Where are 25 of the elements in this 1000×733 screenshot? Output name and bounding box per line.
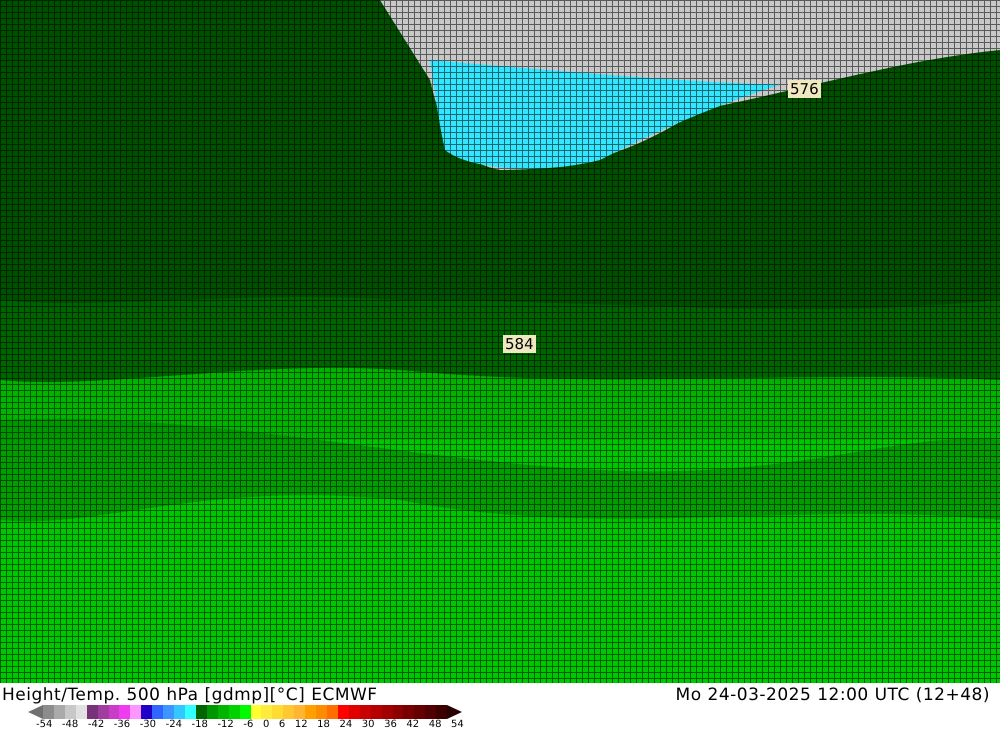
chart-title: Height/Temp. 500 hPa [gdmp][°C] ECMWF <box>2 685 378 705</box>
tick-label: -48 <box>62 719 78 731</box>
tick-label: 12 <box>294 719 308 731</box>
valid-time: Mo 24-03-2025 12:00 UTC (12+48) <box>676 685 990 705</box>
contour-label: 576 <box>788 80 821 98</box>
tick-label: -30 <box>140 719 156 731</box>
tick-label: -54 <box>36 719 52 731</box>
tick-label: 54 <box>451 719 464 731</box>
arrow-left-icon <box>28 705 43 719</box>
tick-label: 36 <box>384 719 397 731</box>
tick-label: 18 <box>317 719 330 731</box>
tick-label: 0 <box>262 719 270 731</box>
tick-label: -42 <box>88 719 104 731</box>
tick-label: 48 <box>428 719 442 731</box>
tick-label: 24 <box>339 719 352 731</box>
tick-label: -24 <box>166 719 182 731</box>
tick-label: 42 <box>406 719 420 731</box>
tick-label: -18 <box>192 719 208 731</box>
tick-label: 6 <box>278 719 286 731</box>
tick-label: -6 <box>243 719 254 731</box>
tick-label: 30 <box>362 719 375 731</box>
tick-label: -12 <box>217 719 234 731</box>
arrow-right-icon <box>447 705 462 719</box>
tick-label: -36 <box>114 719 130 731</box>
contour-label: 584 <box>503 335 536 353</box>
